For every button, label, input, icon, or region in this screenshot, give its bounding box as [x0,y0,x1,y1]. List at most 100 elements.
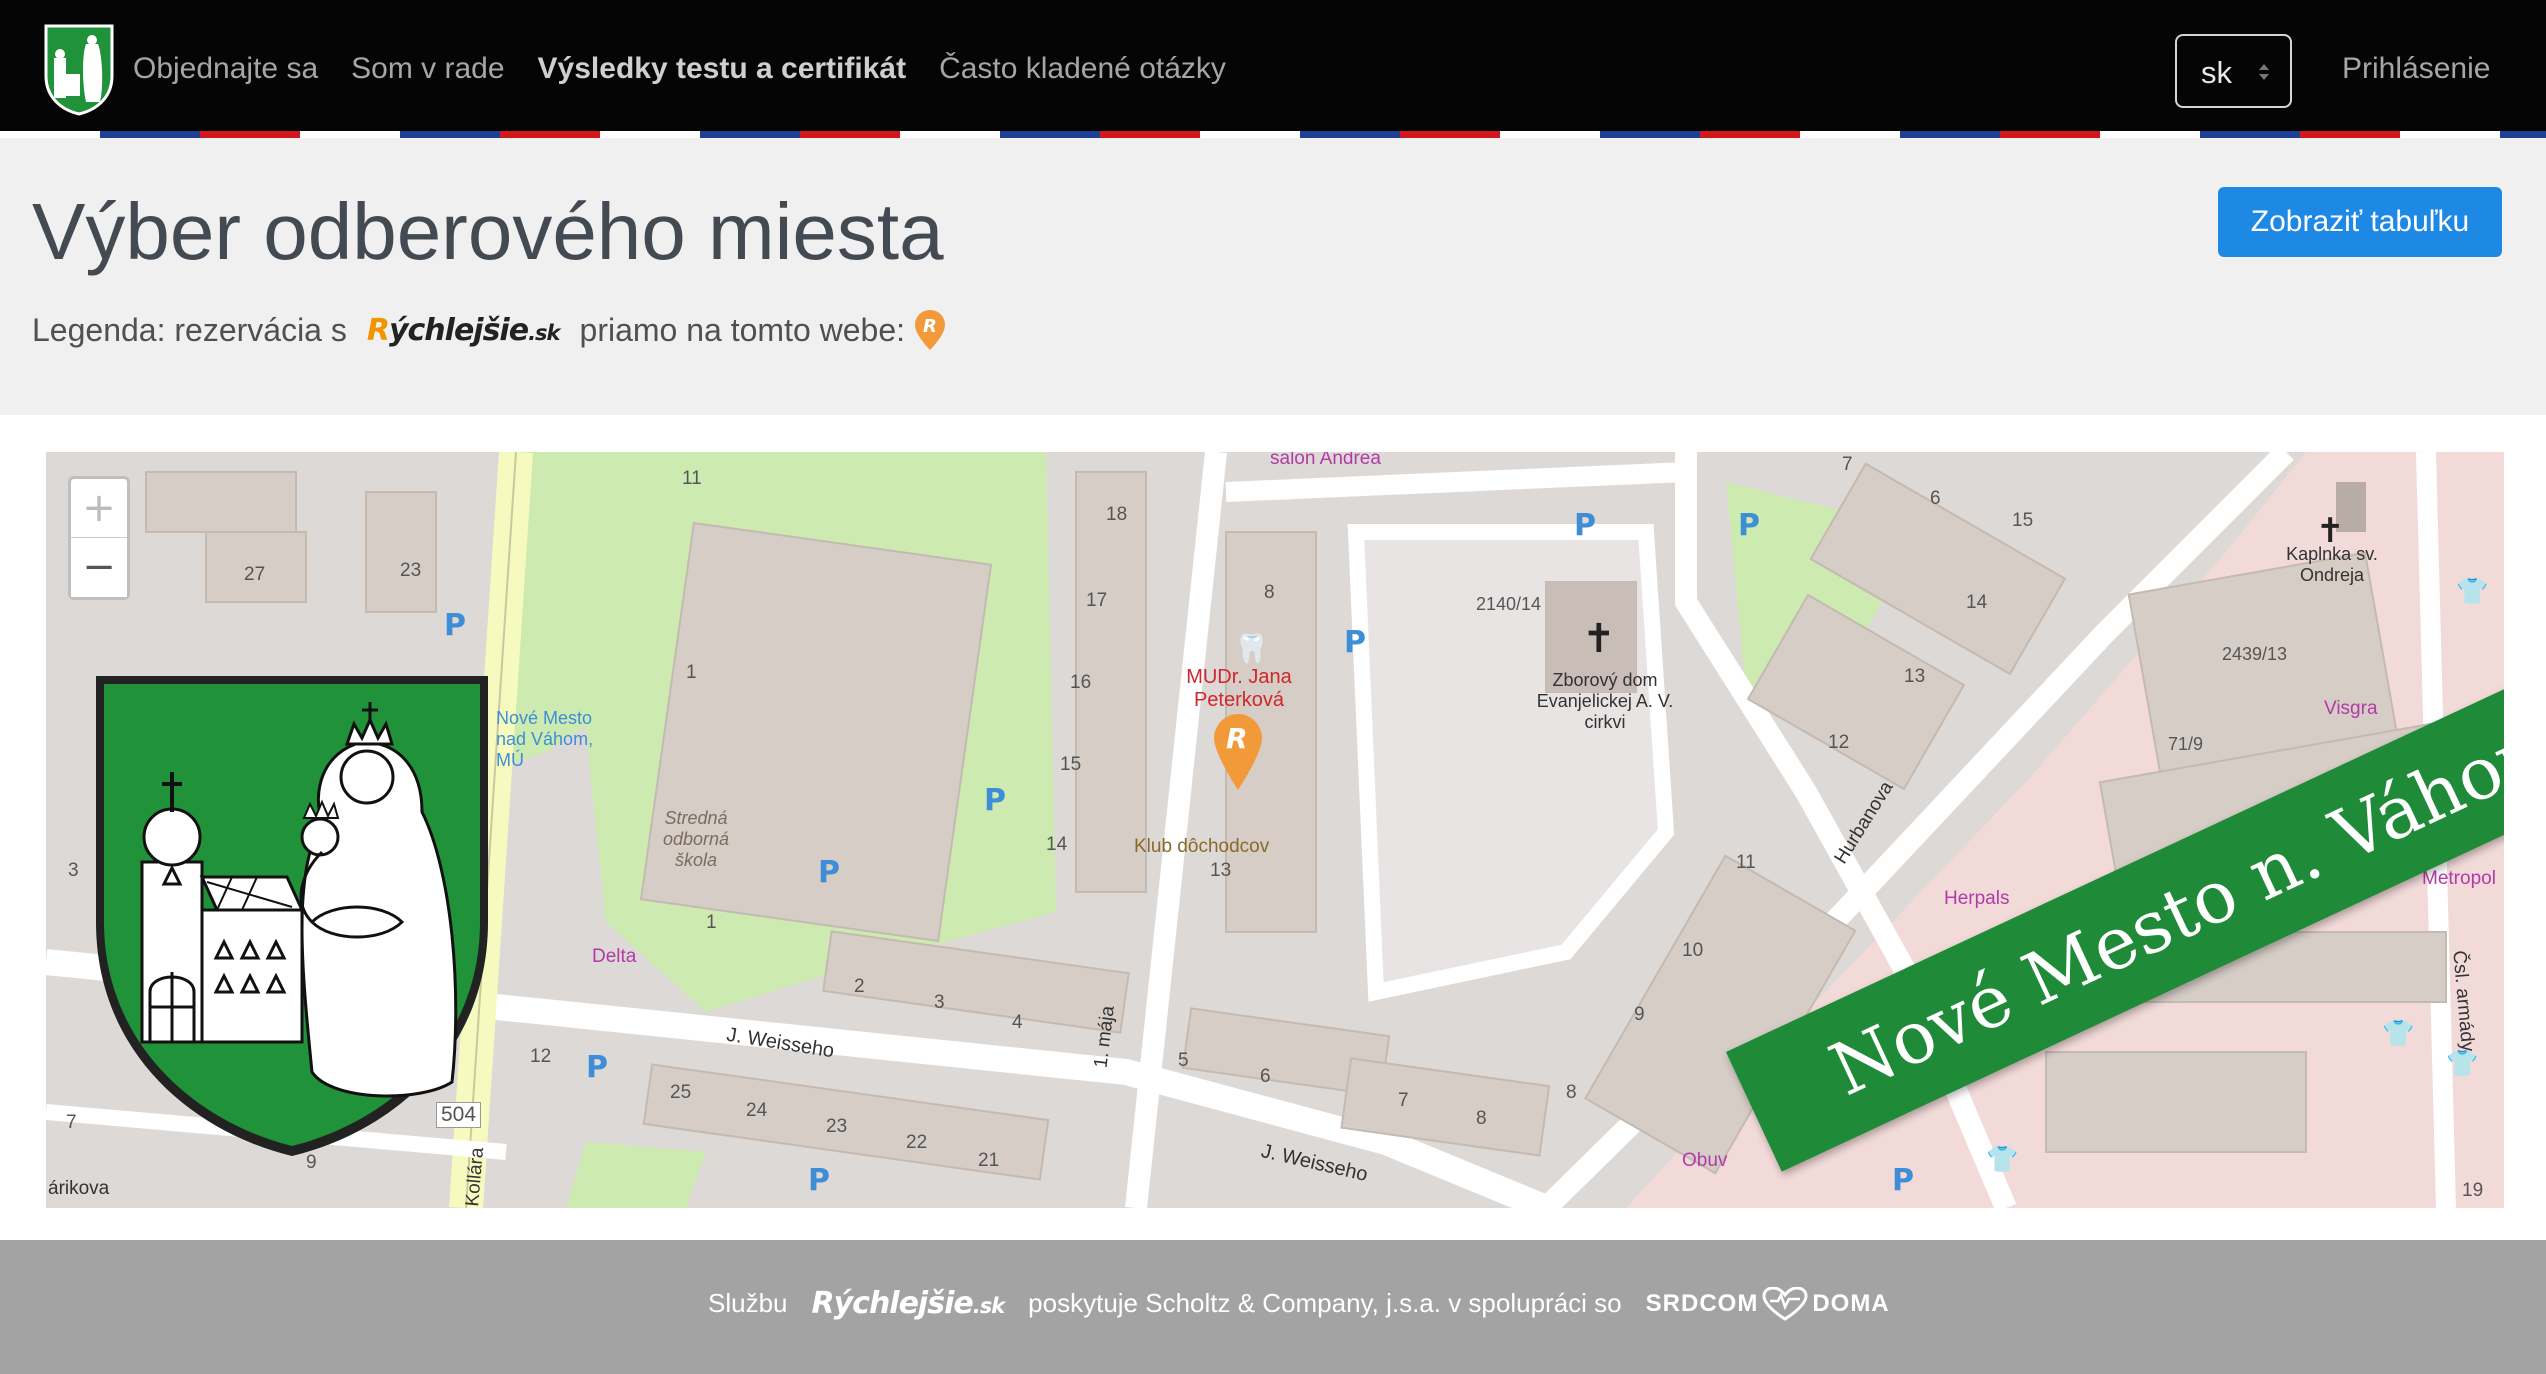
map-label-club: Klub dôchodcov [1134,836,1270,857]
nav-link-order[interactable]: Objednajte sa [133,52,318,86]
map-label-chapel: Kaplnka sv. Ondreja [2286,544,2378,585]
legend: Legenda: rezervácia s Rýchlejšie .sk pria… [32,306,947,354]
login-link[interactable]: Prihlásenie [2342,52,2490,86]
map-label-church: Zborový dom Evanjelickej A. V. cirkvi [1536,670,1674,732]
flag-stripe [0,131,2546,138]
house-number: 18 [1106,504,1128,525]
house-number: 24 [746,1100,768,1121]
map-label-herpals: Herpals [1944,888,2010,909]
nav-link-results[interactable]: Výsledky testu a certifikát [538,52,907,86]
house-number: 16 [1070,672,1092,693]
map[interactable]: PPP PPP PPP ✝ ✝ 🦷 R 👕 👕 👕 👕 salon Andrea MU… [46,452,2504,1208]
heart-icon [1762,1286,1808,1321]
house-number: 23 [826,1116,848,1137]
house-number: 11 [1736,852,1756,873]
house-number: 17 [1086,590,1108,611]
house-number: 21 [978,1150,1000,1171]
map-label-obuv: Obuv [1682,1150,1728,1171]
select-arrows-icon [2259,64,2269,80]
house-number: 3 [68,860,79,881]
svg-text:P: P [1574,508,1596,543]
nav-link-faq[interactable]: Často kladené otázky [939,52,1226,86]
language-value: sk [2201,55,2232,90]
svg-text:👕: 👕 [2446,1049,2478,1079]
rychlejsie-logo: Rýchlejšie .sk [366,312,561,348]
house-number: 9 [1634,1004,1645,1025]
partner-logo[interactable]: SRDCOM DOMA [1645,1286,1890,1321]
partner-name-a: SRDCOM [1645,1289,1759,1317]
map-label-doctor: MUDr. Jana Peterková [1186,666,1292,711]
house-number: 1 [706,912,717,933]
house-number: 8 [1476,1108,1487,1129]
house-number: 7 [1842,454,1853,475]
footer-rychlejsie-logo[interactable]: Rýchlejšie .sk [812,1286,1006,1321]
legend-suffix: priamo na tomto webe: [579,311,906,348]
svg-text:👕: 👕 [2382,1019,2414,1049]
house-number: 22 [906,1132,928,1153]
coat-of-arms-image [96,676,488,1156]
nav-link-queue[interactable]: Som v rade [351,52,504,86]
map-label-school: Stredná odborná škola [662,808,730,870]
house-number: 3 [934,992,945,1013]
map-label-2439: 2439/13 [2222,644,2288,664]
house-number: 13 [1210,860,1232,881]
svg-text:P: P [586,1050,608,1085]
map-label-salon: salon Andrea [1270,452,1381,469]
svg-text:R: R [1226,722,1248,755]
house-number: 23 [400,560,422,581]
house-number: 8 [1566,1082,1577,1103]
house-number: 1 [686,662,697,683]
page-title: Výber odberového miesta [32,187,944,276]
svg-text:✝: ✝ [1582,616,1616,662]
map-label-71-9: 71/9 [2168,734,2204,754]
top-navbar: Objednajte sa Som v rade Výsledky testu … [0,0,2546,131]
zoom-in-button[interactable]: + [71,479,127,538]
house-number: 15 [2012,510,2034,531]
svg-text:P: P [1738,508,1760,543]
house-number: 27 [244,564,266,585]
footer: Službu Rýchlejšie .sk poskytuje Scholtz &… [0,1240,2546,1374]
map-label-visgra: Visgra [2324,698,2378,719]
zoom-out-button[interactable]: − [71,538,127,597]
svg-text:P: P [1892,1163,1914,1198]
legend-prefix: Legenda: rezervácia s [32,311,347,348]
footer-text: poskytuje Scholtz & Company, j.s.a. v sp… [1028,1288,1622,1318]
house-number: 7 [66,1112,77,1133]
map-label-bus-stop: Nové Mesto nad Váhom, MÚ [496,708,594,770]
language-select[interactable]: sk [2175,34,2292,108]
house-number: 4 [1012,1012,1023,1033]
house-number: 13 [1904,666,1926,687]
house-number: 15 [1060,754,1082,775]
zoom-control: + − [68,476,130,600]
house-number: 7 [1398,1090,1409,1111]
svg-text:R: R [923,316,937,337]
town-coat-of-arms-logo[interactable] [42,24,116,116]
svg-text:P: P [808,1163,830,1198]
house-number: 2 [854,976,865,997]
house-number: 19 [2462,1180,2484,1201]
house-number: 6 [1930,488,1941,509]
map-label-metropol: Metropol [2422,868,2496,889]
svg-text:👕: 👕 [2456,577,2488,607]
show-table-button[interactable]: Zobraziť tabuľku [2218,187,2502,257]
map-label-delta: Delta [592,946,637,967]
svg-text:P: P [984,783,1006,818]
svg-text:👕: 👕 [1986,1145,2018,1175]
footer-prefix: Službu [708,1288,788,1318]
svg-text:🦷: 🦷 [1234,632,1269,665]
house-number: 8 [1264,582,1275,603]
house-number: 11 [682,468,702,489]
house-number: 12 [1828,732,1850,753]
svg-text:P: P [444,608,466,643]
partner-name-b: DOMA [1812,1289,1890,1317]
house-number: 10 [1682,940,1704,961]
house-number: 12 [530,1046,552,1067]
map-label-2140: 2140/14 [1476,594,1542,614]
reservation-marker-icon: R [915,310,946,350]
house-number: 14 [1046,834,1068,855]
house-number: 5 [1178,1050,1189,1071]
svg-text:P: P [818,855,840,890]
svg-text:P: P [1344,625,1366,660]
map-label-arikova: árikova [48,1178,110,1199]
house-number: 25 [670,1082,692,1103]
